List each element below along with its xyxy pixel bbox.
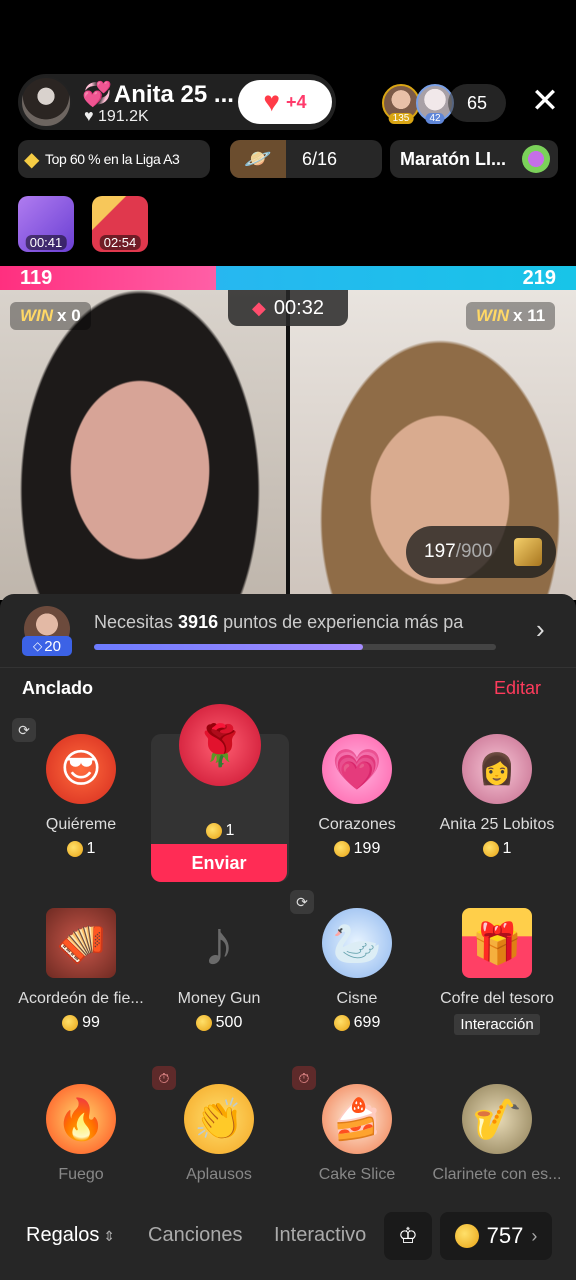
diamond-icon: ◆ [24, 148, 39, 171]
level-text: Necesitas 3916 puntos de experiencia más… [94, 612, 464, 632]
cake-icon: 🍰 [322, 1084, 392, 1154]
close-icon[interactable]: ✕ [528, 84, 562, 118]
anita-sticker-icon: 👩 [462, 734, 532, 804]
gift-quiereme[interactable]: 😎 Quiéreme 1 [12, 720, 150, 880]
crown-icon[interactable]: ♔ [384, 1212, 432, 1260]
level-progress-bar [94, 644, 496, 650]
host-likes: ♥ 191.2K [84, 108, 149, 125]
gift-cisne[interactable]: 🦢 Cisne 699 [288, 894, 426, 1054]
tab-songs[interactable]: Canciones [148, 1224, 243, 1247]
clapping-hands-icon: 👏 [184, 1084, 254, 1154]
gift-acordeon[interactable]: 🪗 Acordeón de fie... 99 [12, 894, 150, 1054]
send-button[interactable]: Enviar [151, 844, 287, 882]
gift-money-gun[interactable]: ♪ Money Gun 500 [150, 894, 288, 1054]
planet-icon: 🪐 [230, 140, 286, 178]
gift-anita-lobitos[interactable]: 👩 Anita 25 Lobitos 1 [428, 720, 566, 880]
goal-progress[interactable]: 197/900 [406, 526, 556, 578]
chevron-right-icon: › [531, 1225, 538, 1246]
interaction-tag: Interacción [454, 1014, 540, 1035]
heart-icon: ♥ [84, 108, 94, 125]
host-name: 💞Anita 25 ... [82, 81, 234, 108]
snail-icon [522, 145, 550, 173]
left-score: 119 [20, 267, 53, 289]
tiktok-logo-icon: ♪ [203, 907, 235, 979]
pinned-title: Anclado [22, 678, 94, 698]
hearts-emoji-icon: 💞 [82, 81, 112, 108]
level-progress-fill [94, 644, 364, 650]
right-score: 219 [522, 267, 556, 289]
marathon-chip[interactable]: Maratón LI... [390, 140, 558, 178]
level-row[interactable]: ◇ 20 Necesitas 3916 puntos de experiencia… [0, 594, 576, 668]
viewer-count[interactable]: 65 [448, 84, 506, 122]
coin-icon [482, 841, 499, 857]
coin-balance-button[interactable]: 757 › [440, 1212, 552, 1260]
battle-icon: ◆ [252, 297, 266, 318]
top-viewer-avatar[interactable]: 135 [382, 84, 420, 124]
hearts-icon: 💗 [322, 734, 392, 804]
gift-box-red[interactable]: 02:54 [92, 196, 148, 252]
coin-icon [333, 1015, 350, 1031]
cube-icon [514, 538, 542, 566]
chevron-right-icon[interactable]: › [536, 614, 545, 645]
accordion-icon: 🪗 [46, 908, 116, 978]
right-win-badge: WIN x 11 [466, 302, 556, 330]
coin-icon [205, 823, 222, 839]
battle-timer: ◆ 00:32 [228, 290, 348, 326]
league-chip[interactable]: ◆ Top 60 % en la Liga A3 [18, 140, 210, 178]
level-badge: ◇ 20 [22, 636, 72, 656]
follow-button[interactable]: ♥ +4 [238, 80, 332, 124]
gift-corazones[interactable]: 💗 Corazones 199 [288, 720, 426, 880]
heart-face-icon: 😎 [46, 734, 116, 804]
tab-interactive[interactable]: Interactivo [274, 1224, 372, 1247]
host-video[interactable] [0, 290, 286, 600]
heart-icon: ♥ [263, 86, 281, 117]
edit-link[interactable]: Editar [494, 678, 541, 699]
battle-score-bar: 119 219 [0, 266, 576, 290]
host-avatar[interactable] [20, 76, 72, 128]
gift-cofre-tesoro[interactable]: 🎁 Cofre del tesoro Interacción [428, 894, 566, 1054]
sort-icon: ⇕ [103, 1228, 116, 1244]
bottom-tab-bar: Regalos ⇕ Canciones Interactivo ♔ 757 › [0, 1206, 576, 1280]
coin-icon [454, 1224, 479, 1248]
gift-box-purple[interactable]: 00:41 [18, 196, 74, 252]
progress-chip[interactable]: 🪐 6/16 [230, 140, 382, 178]
coin-icon [333, 841, 350, 857]
clarinet-icon: 🎷 [462, 1084, 532, 1154]
fire-icon: 🔥 [46, 1084, 116, 1154]
tab-gifts[interactable]: Regalos ⇕ [26, 1224, 115, 1247]
rose-icon: 🌹 [179, 704, 261, 786]
gift-rose[interactable]: 🌹 1 Enviar [151, 704, 289, 882]
coin-icon [195, 1015, 212, 1031]
gift-sheet: ◇ 20 Necesitas 3916 puntos de experiencia… [0, 594, 576, 1280]
swan-icon: 🦢 [322, 908, 392, 978]
coin-icon [66, 841, 83, 857]
diamond-outline-icon: ◇ [33, 639, 43, 653]
coin-icon [62, 1015, 79, 1031]
treasure-chest-icon: 🎁 [462, 908, 532, 978]
left-win-badge: WIN x 0 [10, 302, 91, 330]
